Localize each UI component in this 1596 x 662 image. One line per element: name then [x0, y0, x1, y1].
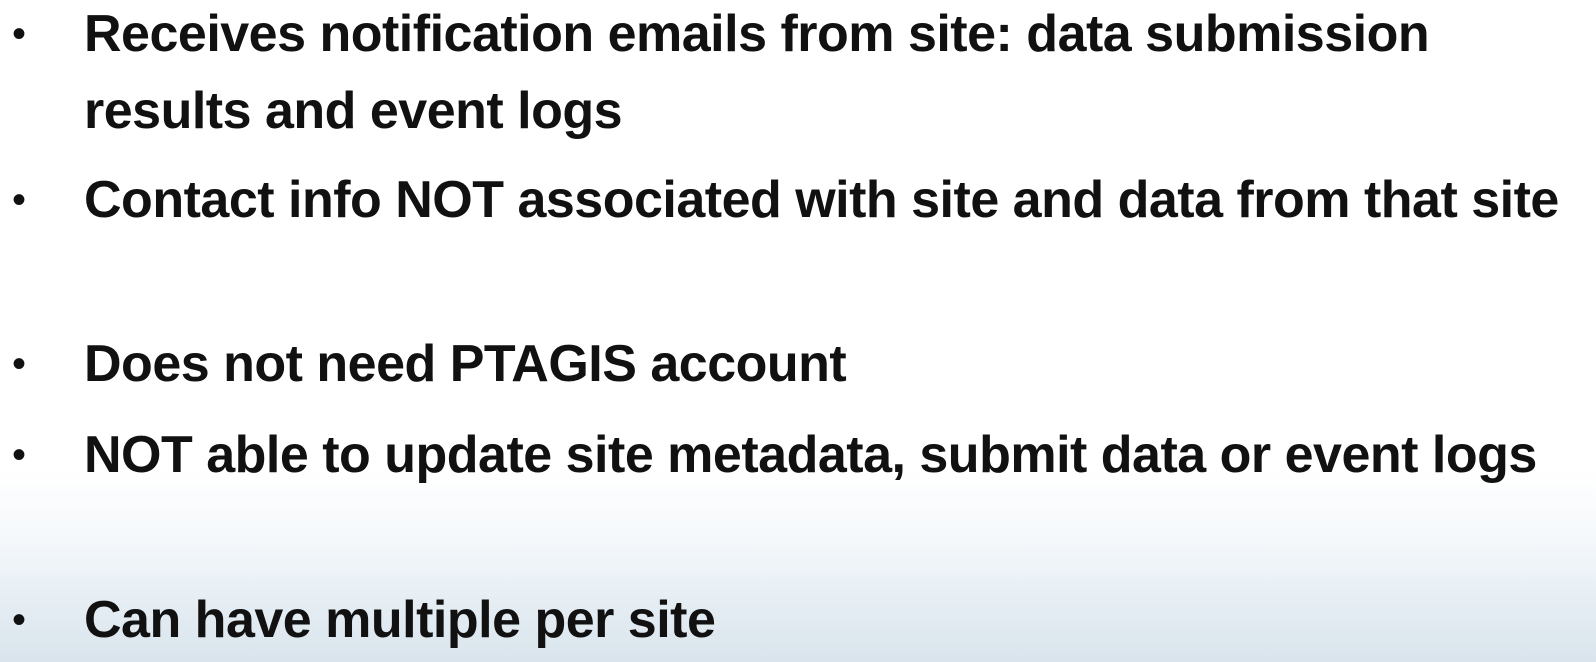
bullet-point-icon: • [12, 12, 27, 56]
bullet-point-icon: • [12, 598, 27, 642]
bullet-text: Can have multiple per site [84, 591, 716, 649]
bullet-point-icon: • [12, 433, 27, 477]
bullet-text: NOT able to update site metadata, submit… [84, 426, 1537, 484]
slide: • Receives notification emails from site… [0, 0, 1596, 662]
bullet-point-icon: • [12, 178, 27, 222]
bullet-text: Contact info NOT associated with site an… [84, 171, 1559, 229]
bullet-text: Receives notification emails from site: … [84, 5, 1430, 140]
bullet-text: Does not need PTAGIS account [84, 335, 847, 393]
bullet-point-icon: • [12, 342, 27, 386]
